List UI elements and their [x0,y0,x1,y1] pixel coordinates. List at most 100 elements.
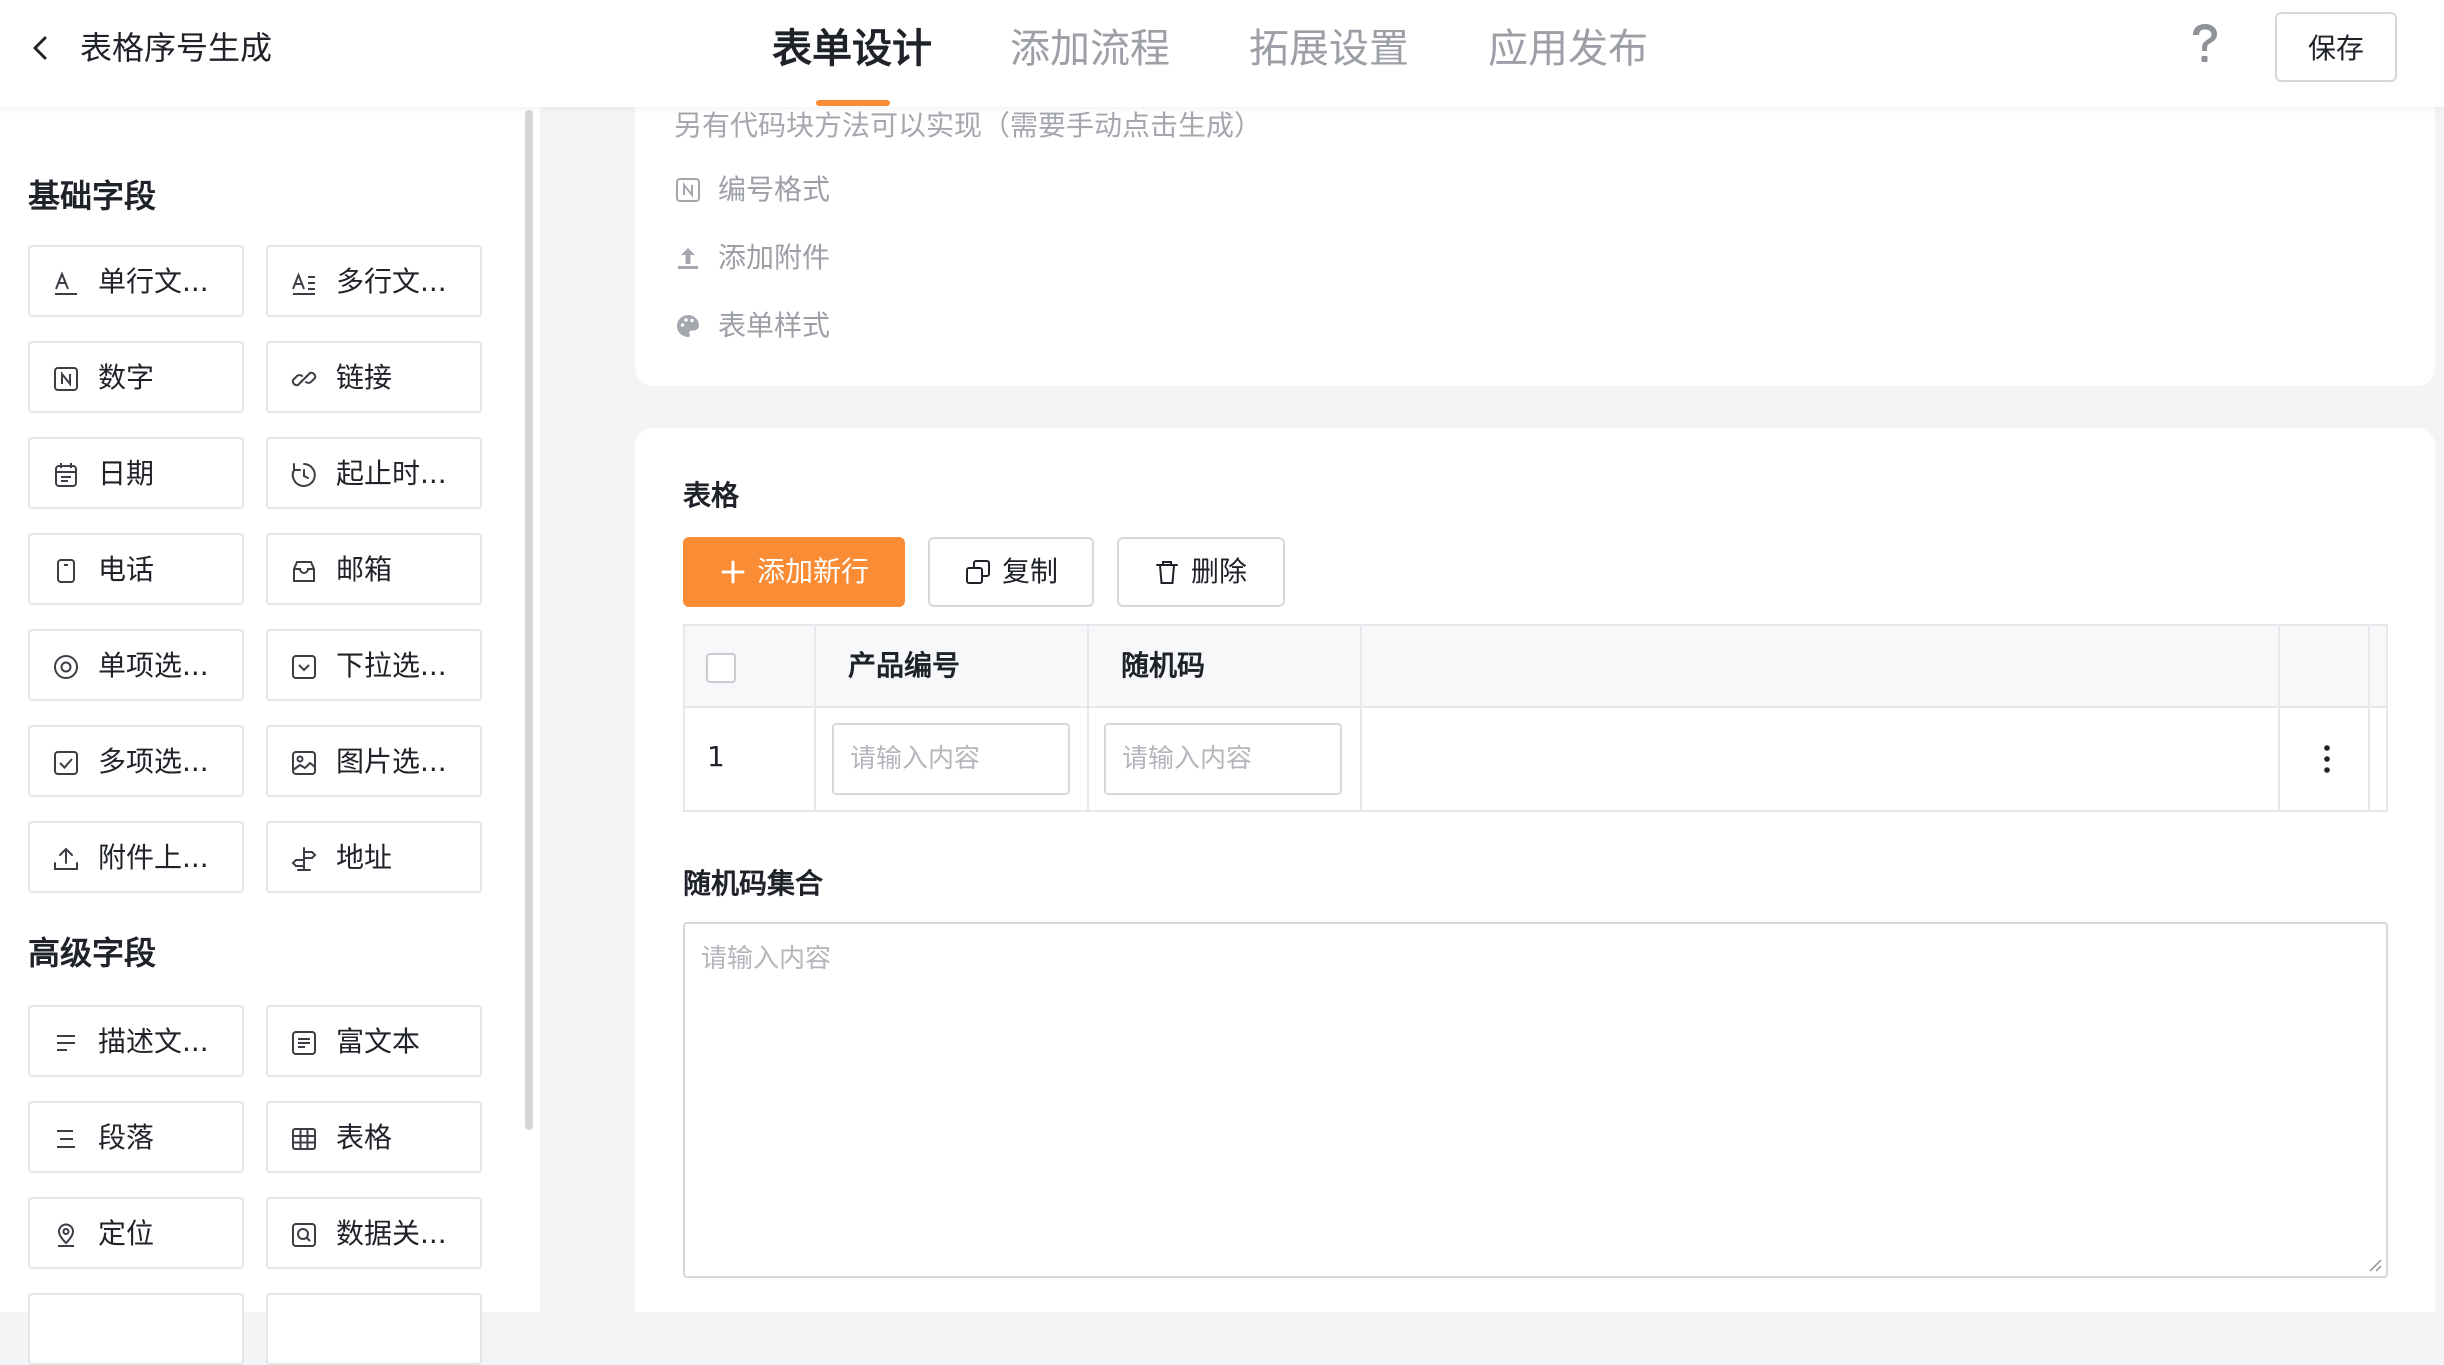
trash-icon [1153,558,1181,586]
help-icon[interactable] [2187,22,2223,68]
time-range-icon [290,461,318,489]
field-address[interactable]: 地址 [266,821,482,893]
field-label: 地址 [336,841,393,874]
column-header-product-no: 产品编号 [848,649,961,682]
field-rich-text[interactable]: 富文本 [266,1005,482,1077]
description-text-icon [52,1029,80,1057]
field-table[interactable]: 表格 [266,1101,482,1173]
field-single-choice[interactable]: 单项选... [28,629,244,701]
resize-handle-icon[interactable] [2366,1256,2382,1272]
data-table: 产品编号 随机码 1 [683,624,2388,812]
tab-app-publish[interactable]: 应用发布 [1488,18,1648,80]
field-label: 段落 [98,1121,155,1154]
field-label: 邮箱 [336,553,393,586]
field-phone[interactable]: 电话 [28,533,244,605]
dropdown-icon [290,653,318,681]
app-title: 表格序号生成 [80,29,273,67]
field-label: 图片选... [336,745,447,778]
tab-extended-settings[interactable]: 拓展设置 [1249,18,1409,80]
field-data-link[interactable]: 数据关... [266,1197,482,1269]
field-dropdown[interactable]: 下拉选... [266,629,482,701]
phone-icon [52,557,80,585]
multi-line-text-icon [290,269,318,297]
top-header: 表格序号生成 表单设计 添加流程 拓展设置 应用发布 保存 [0,0,2444,107]
radio-icon [52,653,80,681]
field-label: 数字 [98,361,155,394]
field-time-range[interactable]: 起止时... [266,437,482,509]
more-vertical-icon[interactable] [2315,741,2339,777]
rich-text-icon [290,1029,318,1057]
option-label: 编号格式 [718,173,831,206]
random-code-input[interactable] [1104,723,1342,795]
field-location[interactable]: 定位 [28,1197,244,1269]
image-icon [290,749,318,777]
field-link[interactable]: 链接 [266,341,482,413]
field-label: 多行文... [336,265,447,298]
field-mailbox[interactable]: 邮箱 [266,533,482,605]
field-label: 日期 [98,457,155,490]
upload-icon [52,845,80,873]
column-divider [1360,626,1362,810]
field-description-text[interactable]: 描述文... [28,1005,244,1077]
data-link-icon [290,1221,318,1249]
delete-button[interactable]: 删除 [1117,537,1285,607]
copy-label: 复制 [1002,555,1059,588]
field-label: 单项选... [98,649,209,682]
field-image-choice[interactable]: 图片选... [266,725,482,797]
column-header-random-code: 随机码 [1121,649,1206,682]
column-divider [814,626,816,810]
field-more[interactable] [266,1293,482,1365]
column-divider [2278,626,2280,810]
tab-form-design[interactable]: 表单设计 [772,18,932,80]
field-label: 起止时... [336,457,447,490]
table-title: 表格 [683,479,740,512]
field-label: 多项选... [98,745,209,778]
palette-icon [674,312,702,340]
table-icon [290,1125,318,1153]
add-row-button[interactable]: 添加新行 [683,537,905,607]
back-icon[interactable] [26,33,56,63]
plus-icon [719,558,747,586]
sidebar-scrollbar[interactable] [525,110,533,1130]
checkbox-icon [52,749,80,777]
paragraph-icon [52,1125,80,1153]
field-more[interactable] [28,1293,244,1365]
row-index: 1 [707,740,725,773]
field-number[interactable]: 数字 [28,341,244,413]
field-label: 表格 [336,1121,393,1154]
field-paragraph[interactable]: 段落 [28,1101,244,1173]
option-label: 表单样式 [718,309,831,342]
calendar-icon [52,461,80,489]
table-header-row: 产品编号 随机码 [685,626,2386,708]
delete-label: 删除 [1191,555,1248,588]
signpost-icon [290,845,318,873]
field-date[interactable]: 日期 [28,437,244,509]
field-label: 下拉选... [336,649,447,682]
number-format-icon [674,176,702,204]
field-label: 描述文... [98,1025,209,1058]
tab-add-process[interactable]: 添加流程 [1010,18,1170,80]
upload-attachment-icon [674,244,702,272]
column-divider [1087,626,1089,810]
link-icon [290,365,318,393]
save-button[interactable]: 保存 [2275,12,2397,82]
field-label: 定位 [98,1217,155,1250]
field-label: 单行文... [98,265,209,298]
random-code-collection-textarea[interactable] [683,922,2388,1278]
field-label: 电话 [98,553,155,586]
copy-button[interactable]: 复制 [928,537,1094,607]
copy-icon [964,558,992,586]
single-line-text-icon [52,269,80,297]
field-multi-line-text[interactable]: 多行文... [266,245,482,317]
active-tab-indicator [816,100,890,106]
field-label: 数据关... [336,1217,447,1250]
select-all-checkbox[interactable] [706,653,736,683]
field-label: 富文本 [336,1025,421,1058]
product-no-input[interactable] [832,723,1070,795]
advanced-fields-title: 高级字段 [28,934,157,972]
field-single-line-text[interactable]: 单行文... [28,245,244,317]
field-attachment-upload[interactable]: 附件上... [28,821,244,893]
field-multi-choice[interactable]: 多项选... [28,725,244,797]
location-icon [52,1221,80,1249]
field-label: 附件上... [98,841,209,874]
